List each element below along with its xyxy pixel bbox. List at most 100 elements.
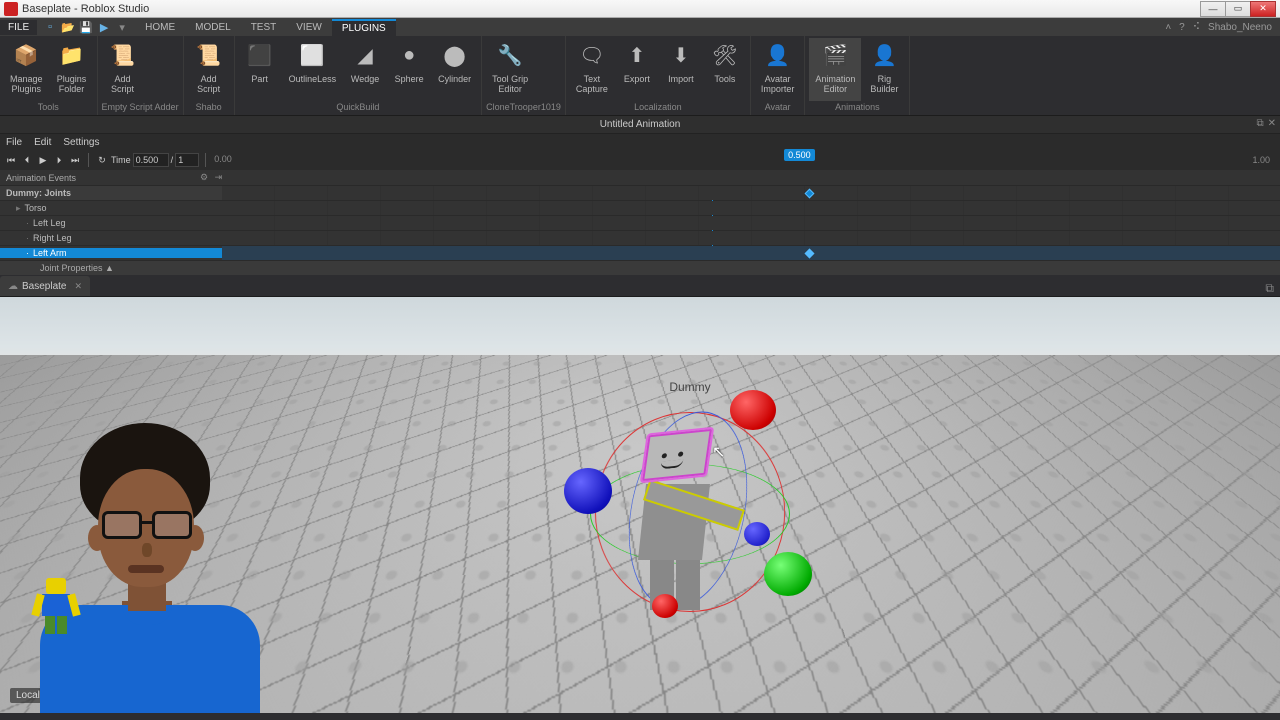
anim-menu-edit[interactable]: Edit: [34, 137, 51, 148]
ribbon-animation-editor-button[interactable]: 🎬AnimationEditor: [809, 38, 861, 101]
tab-test[interactable]: TEST: [241, 20, 287, 35]
ribbon-icon: 📜: [108, 40, 138, 70]
ribbon-icon: 📜: [194, 40, 224, 70]
skip-end-icon[interactable]: ⏭: [68, 153, 82, 167]
loop-icon[interactable]: ↻: [95, 153, 109, 167]
app-icon: [4, 2, 18, 16]
ribbon-label: PluginsFolder: [57, 74, 87, 94]
ribbon-label: RigBuilder: [870, 74, 898, 94]
step-fwd-icon[interactable]: ⏵: [52, 153, 66, 167]
ribbon-manage-plugins-button[interactable]: 📦ManagePlugins: [4, 38, 49, 101]
ribbon-part-button[interactable]: ⬛Part: [239, 38, 281, 101]
handle-blue-2[interactable]: [744, 522, 770, 546]
ribbon-label: Import: [668, 74, 694, 84]
user-name[interactable]: Shabo_Neeno: [1208, 22, 1272, 33]
ribbon-export-button[interactable]: ⬆Export: [616, 38, 658, 101]
tab-close-icon[interactable]: ✕: [74, 281, 82, 292]
ribbon-icon: ⬇: [666, 40, 696, 70]
joint-properties-toggle[interactable]: Joint Properties ▲: [0, 261, 1280, 275]
menu-tabstrip: FILE ▫ 📂 💾 ▶ ▾ HOME MODEL TEST VIEW PLUG…: [0, 18, 1280, 36]
ribbon-label: Wedge: [351, 74, 379, 84]
ribbon-text-capture-button[interactable]: 🗨TextCapture: [570, 38, 614, 101]
webcam-overlay: [10, 413, 280, 713]
panel-dock-icon[interactable]: ⧉: [1256, 118, 1263, 129]
ribbon-group-label: Tools: [4, 101, 93, 113]
end-time-field[interactable]: [175, 153, 199, 167]
ribbon-tools-button[interactable]: 🛠Tools: [704, 38, 746, 101]
keyframe-icon[interactable]: [805, 189, 815, 199]
timeline-ruler[interactable]: 0.00 0.500: [212, 151, 1244, 169]
ribbon-add-script-button[interactable]: 📜AddScript: [102, 38, 144, 101]
ribbon-icon: 🗨: [577, 40, 607, 70]
tab-plugins[interactable]: PLUGINS: [332, 19, 396, 36]
handle-blue[interactable]: [564, 468, 612, 514]
ribbon-cylinder-button[interactable]: ⬤Cylinder: [432, 38, 477, 101]
window-titlebar: Baseplate - Roblox Studio — ▭ ✕: [0, 0, 1280, 18]
viewport-3d[interactable]: Dummy ↖ Local: [0, 297, 1280, 713]
ribbon-import-button[interactable]: ⬇ Import: [660, 38, 702, 101]
ribbon-outlineless-button[interactable]: ⬜OutlineLess: [283, 38, 343, 101]
anim-menu-file[interactable]: File: [6, 137, 22, 148]
ribbon-icon: 🔧: [495, 40, 525, 70]
events-add-icon[interactable]: ⇥: [215, 172, 223, 182]
anim-menu-settings[interactable]: Settings: [63, 137, 99, 148]
panel-close-icon[interactable]: ✕: [1268, 118, 1276, 129]
mouse-cursor-icon: ↖: [712, 442, 725, 462]
track-torso[interactable]: Torso: [25, 203, 47, 213]
qat-open-icon[interactable]: 📂: [61, 20, 75, 34]
tab-model[interactable]: MODEL: [185, 20, 241, 35]
animation-events-label: Animation Events: [0, 173, 200, 183]
track-root[interactable]: Dummy: Joints: [0, 188, 222, 198]
handle-green[interactable]: [764, 552, 812, 596]
tabstrip-up-icon[interactable]: ˄: [1165, 22, 1171, 33]
track-right-leg[interactable]: Right Leg: [33, 233, 72, 243]
help-icon[interactable]: ?: [1179, 22, 1185, 33]
current-time-field[interactable]: [133, 153, 169, 167]
handle-red-2[interactable]: [652, 594, 678, 618]
tab-overflow-icon[interactable]: ⧉: [1259, 281, 1280, 296]
events-settings-icon[interactable]: ⚙: [200, 172, 208, 182]
tab-file[interactable]: FILE: [0, 20, 37, 35]
tab-home[interactable]: HOME: [135, 20, 185, 35]
time-label: Time: [111, 155, 131, 165]
ribbon-add-script-button[interactable]: 📜AddScript: [188, 38, 230, 101]
ribbon-group-label: Empty Script Adder: [102, 101, 179, 113]
ribbon-tool-grip-editor-button[interactable]: 🔧Tool GripEditor: [486, 38, 534, 101]
qat-save-icon[interactable]: 💾: [79, 20, 93, 34]
skip-start-icon[interactable]: ⏮: [4, 153, 18, 167]
playhead[interactable]: 0.500: [784, 149, 815, 161]
window-maximize-button[interactable]: ▭: [1225, 1, 1251, 17]
qat-play-icon[interactable]: ▶: [97, 20, 111, 34]
ribbon-icon: ⬆: [622, 40, 652, 70]
rig-label: Dummy: [669, 380, 710, 394]
ribbon-rig-builder-button[interactable]: 👤 RigBuilder: [863, 38, 905, 101]
step-back-icon[interactable]: ⏴: [20, 153, 34, 167]
share-icon[interactable]: ⠪: [1193, 22, 1200, 33]
rig-gizmo[interactable]: Dummy ↖: [570, 402, 810, 662]
ribbon-wedge-button[interactable]: ◢Wedge: [344, 38, 386, 101]
qat-new-icon[interactable]: ▫: [43, 20, 57, 34]
tab-view[interactable]: VIEW: [286, 20, 332, 35]
rig-right-leg[interactable]: [676, 560, 700, 610]
ribbon-icon: ●: [394, 40, 424, 70]
window-close-button[interactable]: ✕: [1250, 1, 1276, 17]
ribbon-group-label: Animations: [809, 101, 905, 113]
ribbon-plugins-folder-button[interactable]: 📁PluginsFolder: [51, 38, 93, 101]
ribbon-icon: 👤: [869, 40, 899, 70]
play-icon[interactable]: ▶: [36, 153, 50, 167]
ribbon-label: Sphere: [395, 74, 424, 84]
window-title: Baseplate - Roblox Studio: [22, 3, 149, 15]
ribbon-avatar-importer-button[interactable]: 👤AvatarImporter: [755, 38, 801, 101]
track-left-leg[interactable]: Left Leg: [33, 218, 66, 228]
ribbon-icon: ⬛: [245, 40, 275, 70]
rig-head[interactable]: [642, 429, 712, 481]
doc-tab-baseplate[interactable]: ☁ Baseplate ✕: [0, 276, 90, 296]
track-left-arm[interactable]: Left Arm: [33, 248, 67, 258]
ribbon-icon: ⬜: [297, 40, 327, 70]
qat-more-icon[interactable]: ▾: [115, 20, 129, 34]
ribbon-sphere-button[interactable]: ● Sphere: [388, 38, 430, 101]
window-minimize-button[interactable]: —: [1200, 1, 1226, 17]
handle-red[interactable]: [730, 390, 776, 430]
keyframe-icon[interactable]: [805, 249, 815, 259]
ribbon-icon: 🛠: [710, 40, 740, 70]
